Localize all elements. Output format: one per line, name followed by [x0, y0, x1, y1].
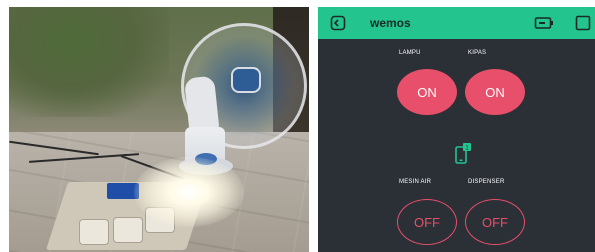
app-header: wemos — [318, 7, 595, 39]
mesin-air-button[interactable]: OFF — [397, 199, 457, 245]
hardware-photo — [9, 7, 309, 252]
wall — [9, 7, 169, 117]
app-title: wemos — [370, 16, 411, 30]
lampu-label: LAMPU — [399, 50, 421, 56]
power-socket — [113, 217, 143, 243]
lampu-button[interactable]: ON — [397, 69, 457, 115]
app-screen: wemos LAMPU KIPAS ON ON 1 MESIN AIR DISP… — [318, 7, 595, 252]
device-back-icon[interactable] — [330, 15, 346, 31]
kipas-label: KIPAS — [468, 50, 487, 56]
phone-icon[interactable]: 1 — [454, 143, 472, 165]
battery-icon[interactable] — [534, 15, 554, 31]
power-socket — [79, 219, 109, 245]
dispenser-button[interactable]: OFF — [465, 199, 525, 245]
fan-motor-hub — [231, 67, 261, 93]
lamp-icon — [134, 157, 244, 227]
dispenser-label: DISPENSER — [468, 179, 505, 185]
square-icon[interactable] — [575, 15, 591, 31]
kipas-button[interactable]: ON — [465, 69, 525, 115]
mesin-air-label: MESIN AIR — [399, 179, 432, 185]
